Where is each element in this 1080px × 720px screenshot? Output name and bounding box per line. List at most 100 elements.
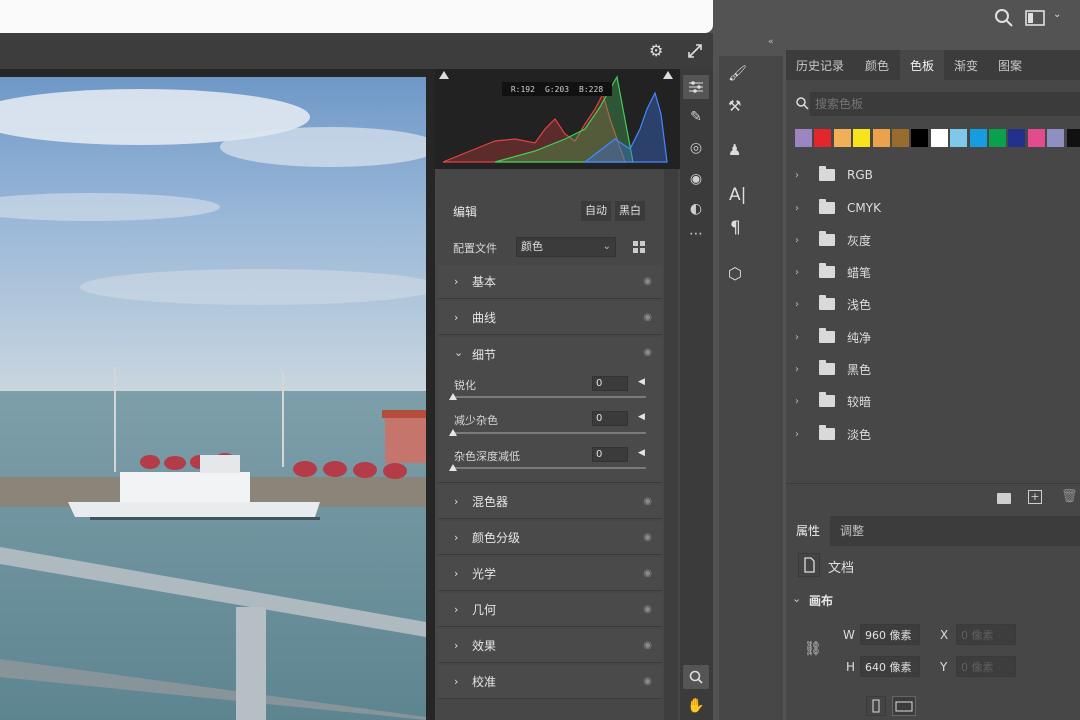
panel-scrollbar[interactable]: [664, 169, 678, 720]
more-icon[interactable]: ⋯: [683, 222, 709, 246]
link-icon[interactable]: ⛓: [804, 641, 822, 657]
color-noise-slider-track[interactable]: [452, 467, 646, 469]
portrait-orientation-icon[interactable]: [866, 696, 886, 716]
swatch-chip[interactable]: [930, 129, 948, 147]
eye-icon[interactable]: ◉: [643, 347, 652, 358]
search-icon[interactable]: [993, 7, 1015, 29]
swatch-chip[interactable]: [950, 129, 968, 147]
eye-icon[interactable]: ◉: [643, 276, 652, 287]
swatch-group-black[interactable]: › 黑色: [795, 357, 871, 381]
section-basic[interactable]: › 基本 ◉: [438, 265, 662, 299]
reset-triangle-icon[interactable]: ◀: [638, 377, 645, 387]
tab-history[interactable]: 历史记录: [786, 50, 854, 80]
swatch-chip[interactable]: [969, 129, 987, 147]
zoom-icon[interactable]: [683, 665, 709, 689]
new-group-folder-icon[interactable]: [997, 493, 1011, 504]
eye-icon[interactable]: ◉: [643, 496, 652, 507]
profile-select[interactable]: 颜色 ⌄: [516, 237, 616, 257]
chevron-down-icon[interactable]: ⌄: [792, 592, 801, 605]
y-input[interactable]: 0 像素: [956, 656, 1016, 677]
swatch-group-cmyk[interactable]: › CMYK: [795, 196, 881, 220]
sharpen-value-input[interactable]: 0: [592, 376, 628, 391]
section-calibration[interactable]: › 校准 ◉: [438, 665, 662, 699]
red-eye-icon[interactable]: ◉: [683, 167, 709, 191]
trash-icon[interactable]: 🗑: [1061, 489, 1078, 504]
eye-icon[interactable]: ◉: [643, 568, 652, 579]
tab-gradient[interactable]: 渐变: [944, 50, 988, 80]
noise-value-input[interactable]: 0: [592, 411, 628, 426]
chevron-down-icon[interactable]: ⌄: [1053, 9, 1065, 25]
section-geometry[interactable]: › 几何 ◉: [438, 593, 662, 627]
swatch-search-input[interactable]: [810, 92, 1080, 116]
edit-sliders-icon[interactable]: [683, 75, 709, 99]
photo-preview[interactable]: [0, 77, 426, 720]
hand-icon[interactable]: ✋: [683, 694, 709, 718]
auto-button[interactable]: 自动: [581, 201, 611, 221]
swatch-chip[interactable]: [1047, 129, 1065, 147]
eye-icon[interactable]: ◉: [643, 532, 652, 543]
reset-triangle-icon[interactable]: ◀: [638, 412, 645, 422]
noise-slider-track[interactable]: [452, 432, 646, 434]
swatch-group-dark[interactable]: › 较暗: [795, 389, 871, 413]
swatch-group-pastel[interactable]: › 蜡笔: [795, 260, 871, 284]
histogram-clip-right-icon[interactable]: [663, 71, 673, 79]
color-noise-value-input[interactable]: 0: [592, 447, 628, 462]
sharpen-slider-track[interactable]: [452, 396, 646, 398]
section-effects[interactable]: › 效果 ◉: [438, 629, 662, 663]
eye-icon[interactable]: ◉: [643, 604, 652, 615]
swatch-chip[interactable]: [795, 129, 812, 147]
tab-color[interactable]: 颜色: [854, 50, 900, 80]
color-noise-slider-thumb[interactable]: [449, 464, 457, 471]
mask-icon[interactable]: ◎: [683, 136, 709, 160]
brush-settings-icon[interactable]: ⚒: [728, 97, 741, 115]
stamp-icon[interactable]: ♟: [728, 141, 741, 159]
swatch-group-gray[interactable]: › 灰度: [795, 228, 871, 252]
swatch-chip[interactable]: [833, 129, 851, 147]
profile-browser-icon[interactable]: [632, 240, 646, 254]
swatch-group-light[interactable]: › 浅色: [795, 292, 871, 316]
fullscreen-icon[interactable]: [686, 42, 704, 60]
collapse-icon[interactable]: «: [768, 37, 774, 47]
swatch-chip[interactable]: [1027, 129, 1045, 147]
noise-slider-thumb[interactable]: [449, 429, 457, 436]
3d-icon[interactable]: ⬡: [728, 264, 742, 283]
section-optics[interactable]: › 光学 ◉: [438, 557, 662, 591]
section-mixer[interactable]: › 混色器 ◉: [438, 485, 662, 519]
swatch-chip[interactable]: [814, 129, 832, 147]
brush-icon[interactable]: 🖌: [728, 64, 747, 82]
swatch-chip[interactable]: [853, 129, 871, 147]
swatch-group-pale[interactable]: › 淡色: [795, 422, 871, 446]
workspace-icon[interactable]: [1025, 9, 1047, 27]
height-input[interactable]: 640 像素: [860, 656, 920, 677]
swatch-chip[interactable]: [1066, 129, 1080, 147]
tab-pattern[interactable]: 图案: [988, 50, 1032, 80]
swatch-group-pure[interactable]: › 纯净: [795, 325, 871, 349]
presets-icon[interactable]: ◐: [683, 197, 709, 221]
healing-brush-icon[interactable]: ✎: [683, 105, 709, 129]
swatch-chip[interactable]: [892, 129, 909, 147]
tab-swatches[interactable]: 色板: [900, 50, 944, 80]
width-input[interactable]: 960 像素: [860, 624, 920, 645]
gear-icon[interactable]: ⚙: [649, 42, 667, 60]
landscape-orientation-icon[interactable]: [892, 696, 916, 716]
histogram-clip-left-icon[interactable]: [439, 71, 449, 79]
reset-triangle-icon[interactable]: ◀: [638, 448, 645, 458]
swatch-chip[interactable]: [989, 129, 1006, 147]
section-grading[interactable]: › 颜色分级 ◉: [438, 521, 662, 555]
eye-icon[interactable]: ◉: [643, 312, 652, 323]
section-curve[interactable]: › 曲线 ◉: [438, 301, 662, 335]
bw-button[interactable]: 黑白: [615, 201, 645, 221]
x-input[interactable]: 0 像素: [956, 624, 1016, 645]
sharpen-slider-thumb[interactable]: [449, 393, 457, 400]
swatch-chip[interactable]: [1008, 129, 1026, 147]
eye-icon[interactable]: ◉: [643, 640, 652, 651]
tab-adjustments[interactable]: 调整: [832, 516, 872, 546]
swatch-chip[interactable]: [872, 129, 890, 147]
swatch-group-rgb[interactable]: › RGB: [795, 163, 873, 187]
paragraph-icon[interactable]: ¶: [730, 218, 741, 238]
add-swatch-icon[interactable]: +: [1028, 490, 1042, 504]
character-icon[interactable]: A|: [729, 185, 746, 205]
eye-icon[interactable]: ◉: [643, 676, 652, 687]
tab-properties[interactable]: 属性: [786, 516, 830, 546]
swatch-chip[interactable]: [911, 129, 929, 147]
